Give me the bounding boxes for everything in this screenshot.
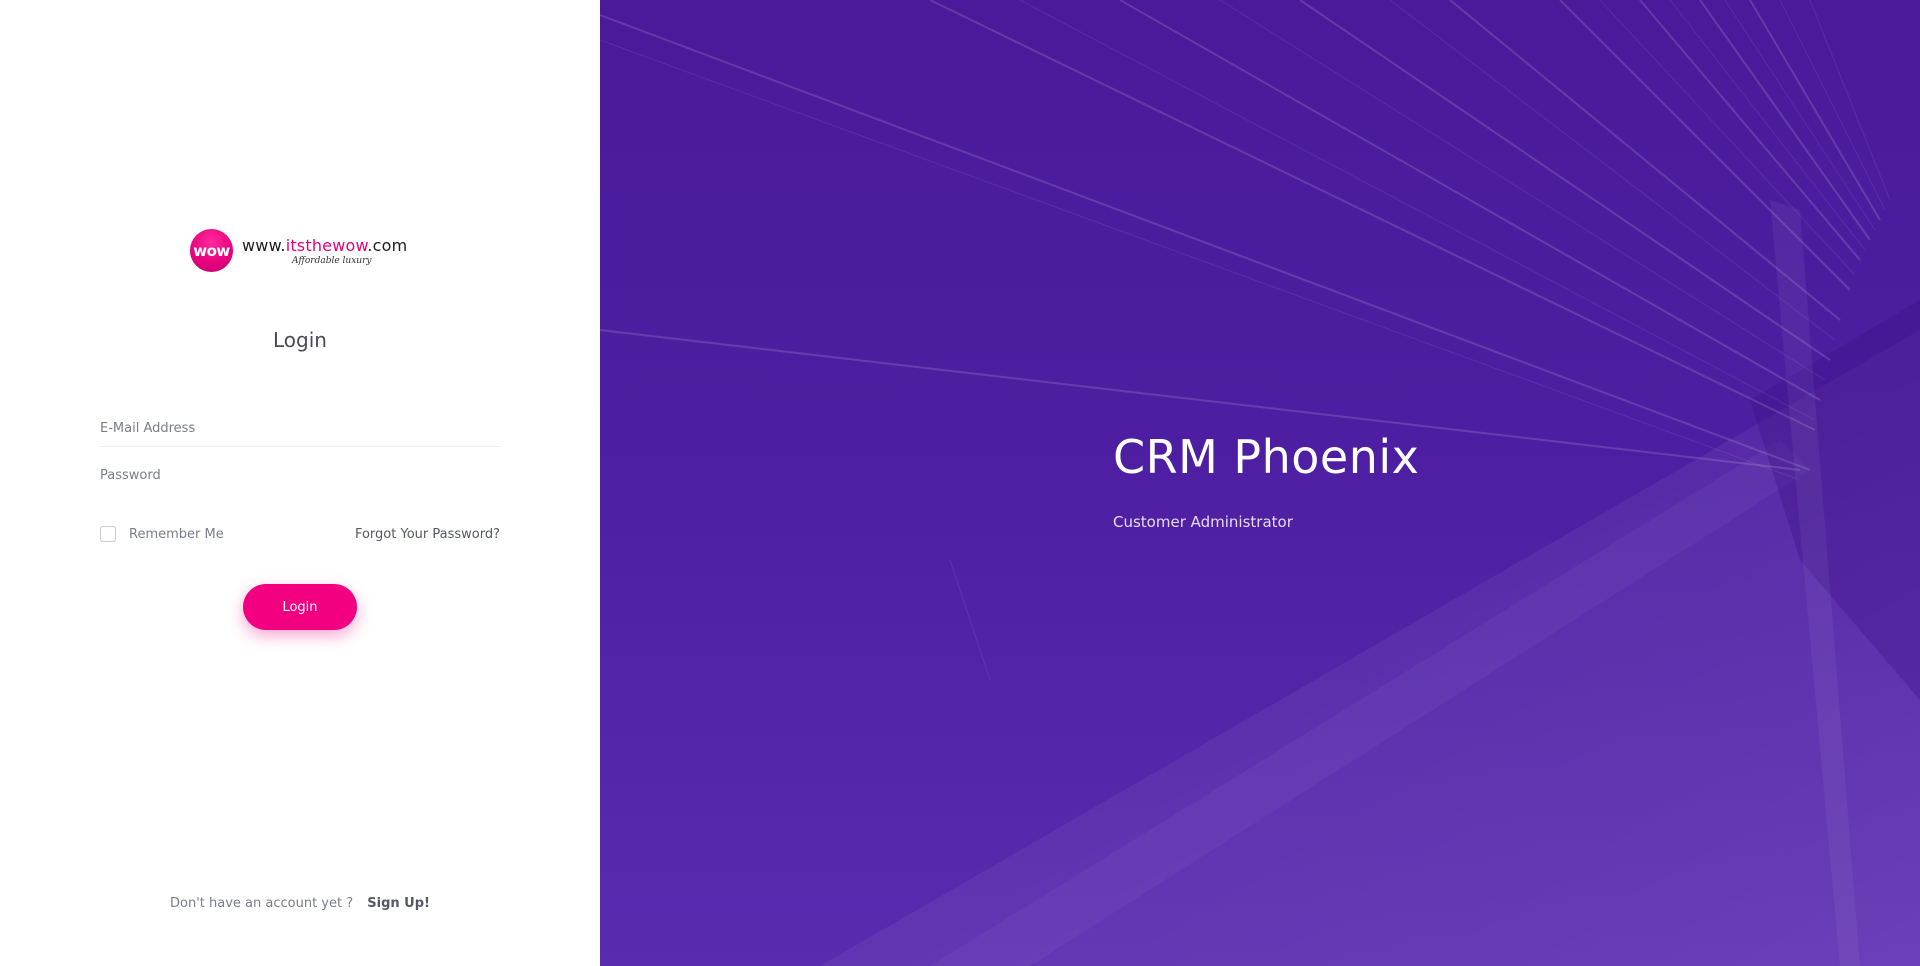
login-button[interactable]: Login <box>243 584 357 630</box>
logo-url: www.itsthewow.com <box>242 236 407 255</box>
login-panel: wow www.itsthewow.com Affordable luxury … <box>0 0 600 966</box>
login-title: Login <box>273 328 327 352</box>
email-field[interactable] <box>100 411 500 447</box>
signup-text: Don't have an account yet ? <box>170 896 354 911</box>
brand-logo: wow www.itsthewow.com Affordable luxury <box>190 229 407 272</box>
password-field[interactable] <box>100 458 500 494</box>
hero-subtitle: Customer Administrator <box>1113 513 1293 531</box>
remember-me-checkbox[interactable] <box>100 526 116 542</box>
logo-badge-text: wow <box>193 241 230 260</box>
remember-me-label: Remember Me <box>129 526 224 542</box>
logo-text: www.itsthewow.com Affordable luxury <box>242 236 407 266</box>
wow-logo-badge: wow <box>190 229 233 272</box>
login-page: wow www.itsthewow.com Affordable luxury … <box>0 0 1920 966</box>
logo-url-highlight: itsthewow <box>285 235 368 255</box>
remember-me-toggle[interactable]: Remember Me <box>100 526 224 542</box>
logo-url-suffix: .com <box>367 235 408 255</box>
signup-link[interactable]: Sign Up! <box>367 896 430 911</box>
hero-panel: CRM Phoenix Customer Administrator <box>600 0 1920 966</box>
signup-prompt: Don't have an account yet ? Sign Up! <box>0 896 600 911</box>
hero-title: CRM Phoenix <box>1113 430 1420 484</box>
forgot-password-link[interactable]: Forgot Your Password? <box>355 527 500 542</box>
logo-tagline: Affordable luxury <box>292 255 372 266</box>
logo-url-prefix: www. <box>242 235 286 255</box>
